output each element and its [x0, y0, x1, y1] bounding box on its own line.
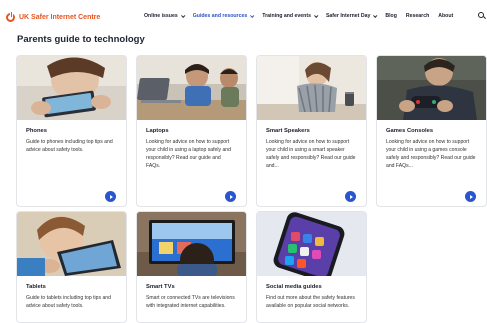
- logo-text: UK Safer Internet Centre: [19, 13, 101, 21]
- nav-label: Research: [405, 13, 430, 19]
- site-logo[interactable]: UK Safer Internet Centre: [6, 11, 100, 23]
- card-image-tablets: [17, 212, 126, 276]
- nav-label: Safer Internet Day: [325, 13, 371, 19]
- arrow-right-icon[interactable]: [465, 191, 476, 202]
- card-smart-tvs[interactable]: Smart TVs Smart or connected TVs are tel…: [136, 211, 247, 323]
- card-title: Phones: [26, 128, 47, 134]
- card-title: Tablets: [26, 284, 46, 290]
- search-icon[interactable]: [478, 12, 484, 18]
- nav-item-guides-and-resources[interactable]: Guides and resources: [192, 13, 255, 19]
- card-image-smart-speakers: [257, 56, 366, 120]
- nav-label: About: [438, 13, 454, 19]
- card-image-social-media: [257, 212, 366, 276]
- nav-item-training-and-events[interactable]: Training and events: [262, 13, 319, 19]
- card-title: Laptops: [146, 128, 169, 134]
- nav-label: Guides and resources: [192, 13, 248, 19]
- power-icon: [6, 11, 15, 22]
- card-image-phones: [17, 56, 126, 120]
- card-title: Smart TVs: [146, 284, 175, 290]
- card-title: Smart Speakers: [266, 128, 310, 134]
- chevron-down-icon: [250, 13, 255, 18]
- card-description: Guide to phones including top tips and a…: [26, 139, 113, 153]
- card-title: Games Consoles: [386, 128, 434, 134]
- card-description: Looking for advice on how to support you…: [266, 139, 356, 169]
- card-laptops[interactable]: Laptops Looking for advice on how to sup…: [136, 55, 247, 207]
- nav-item-research[interactable]: Research: [406, 13, 429, 19]
- nav-item-online-issues[interactable]: Online issues: [144, 13, 186, 19]
- card-title: Social media guides: [266, 284, 322, 290]
- main-nav: Online issues Guides and resources Train…: [144, 13, 462, 19]
- nav-item-safer-internet-day[interactable]: Safer Internet Day: [325, 13, 378, 19]
- page-title: Parents guide to technology: [17, 34, 145, 45]
- nav-item-about[interactable]: About: [438, 13, 453, 19]
- site-header: UK Safer Internet Centre Online issues G…: [0, 0, 487, 32]
- card-tablets[interactable]: Tablets Guide to tablets including top t…: [16, 211, 127, 323]
- card-image-smart-tvs: [137, 212, 246, 276]
- card-smart-speakers[interactable]: Smart Speakers Looking for advice on how…: [256, 55, 367, 207]
- nav-label: Online issues: [144, 13, 178, 19]
- card-social-media-guides[interactable]: Social media guides Find out more about …: [256, 211, 367, 323]
- card-phones[interactable]: Phones Guide to phones including top tip…: [16, 55, 127, 207]
- chevron-down-icon: [180, 13, 186, 18]
- card-description: Looking for advice on how to support you…: [386, 139, 476, 169]
- arrow-right-icon[interactable]: [105, 191, 116, 202]
- nav-label: Blog: [385, 13, 397, 19]
- nav-label: Training and events: [262, 13, 311, 19]
- card-image-laptops: [137, 56, 246, 120]
- card-description: Guide to tablets including top tips and …: [26, 295, 111, 309]
- card-image-games-consoles: [377, 56, 486, 120]
- chevron-down-icon: [373, 13, 378, 18]
- card-games-consoles[interactable]: Games Consoles Looking for advice on how…: [376, 55, 487, 207]
- arrow-right-icon[interactable]: [345, 191, 356, 202]
- arrow-right-icon[interactable]: [225, 191, 236, 202]
- card-description: Looking for advice on how to support you…: [146, 139, 231, 169]
- nav-item-blog[interactable]: Blog: [385, 13, 397, 19]
- card-description: Smart or connected TVs are televisions w…: [146, 295, 235, 309]
- card-description: Find out more about the safety features …: [266, 295, 355, 309]
- chevron-down-icon: [314, 13, 319, 18]
